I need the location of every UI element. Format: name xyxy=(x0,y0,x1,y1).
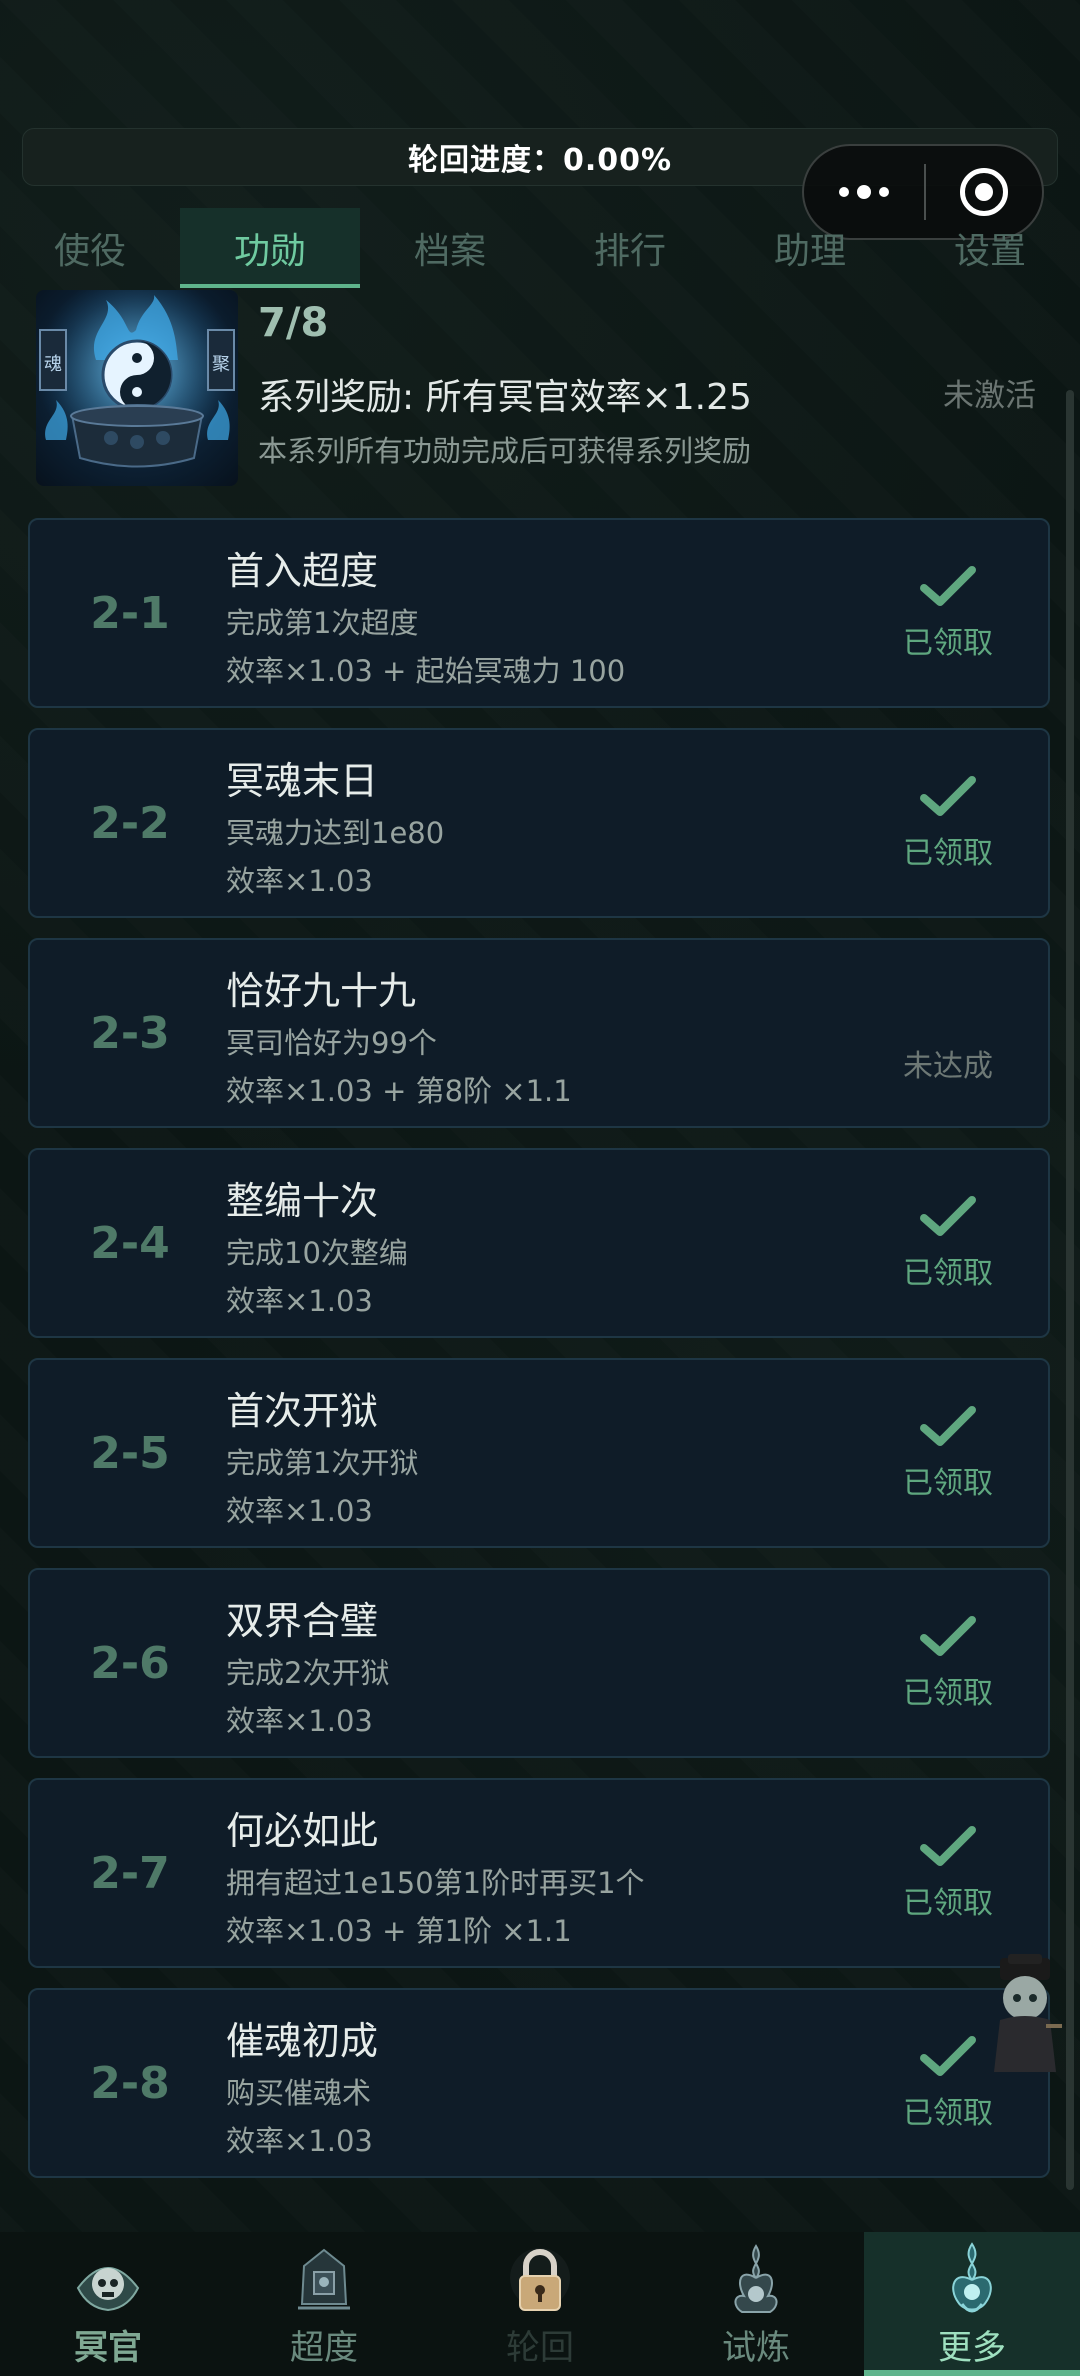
achievement-status: 已领取 xyxy=(848,1780,1048,1966)
achievement-title: 首入超度 xyxy=(226,549,379,593)
checkmark-icon xyxy=(920,1406,976,1446)
achievement-description: 冥魂力达到1e80 xyxy=(226,816,445,850)
achievement-card[interactable]: 2-4 整编十次完成10次整编 效率×1.03 已领取 xyxy=(28,1148,1050,1338)
achievement-reward: 效率×1.03 xyxy=(226,1284,373,1318)
tab-assistant[interactable]: 助理 xyxy=(720,208,900,288)
achievement-reward: 效率×1.03 xyxy=(226,2124,373,2158)
achievement-card[interactable]: 2-6 双界合璧完成2次开狱 效率×1.03 已领取 xyxy=(28,1568,1050,1758)
claimed-label: 已领取 xyxy=(903,836,993,871)
achievement-reward: 效率×1.03 xyxy=(226,864,373,898)
flame-emblem-icon xyxy=(734,2244,778,2313)
nav-salvation[interactable]: 超度 xyxy=(216,2232,432,2376)
not-achieved-label: 未达成 xyxy=(903,1049,993,1084)
tab-ranking[interactable]: 排行 xyxy=(540,208,720,288)
top-tabs: 使役 功勋 档案 排行 助理 设置 xyxy=(0,208,1080,288)
achievement-card[interactable]: 2-5 首次开狱完成第1次开狱 效率×1.03 已领取 xyxy=(28,1358,1050,1548)
checkmark-icon xyxy=(920,776,976,816)
tab-settings[interactable]: 设置 xyxy=(900,208,1080,288)
achievement-status: 已领取 xyxy=(848,1360,1048,1546)
nav-label: 轮回 xyxy=(506,2328,574,2368)
assistant-avatar[interactable] xyxy=(986,1954,1064,2074)
nav-label: 更多 xyxy=(938,2328,1006,2368)
more-dot-icon xyxy=(879,187,889,197)
checkmark-icon xyxy=(920,1826,976,1866)
nav-label: 试炼 xyxy=(722,2328,790,2368)
achievement-id: 2-7 xyxy=(90,1847,170,1899)
achievement-reward: 效率×1.03 xyxy=(226,1494,373,1528)
achievement-title: 双界合璧 xyxy=(226,1599,379,1643)
tab-archive[interactable]: 档案 xyxy=(360,208,540,288)
lantern-emblem-icon xyxy=(298,2248,350,2310)
achievement-title: 催魂初成 xyxy=(226,2019,379,2063)
achievement-card[interactable]: 2-2 冥魂末日冥魂力达到1e80 效率×1.03 已领取 xyxy=(28,728,1050,918)
seal-left-text: 魂 xyxy=(44,354,62,375)
achievement-status: 已领取 xyxy=(848,520,1048,706)
claimed-label: 已领取 xyxy=(903,1466,993,1501)
nav-reincarnation[interactable]: 轮回 xyxy=(432,2232,648,2376)
checkmark-icon xyxy=(920,566,976,606)
achievement-id: 2-6 xyxy=(90,1637,170,1689)
achievement-title: 整编十次 xyxy=(226,1179,379,1223)
achievement-title: 冥魂末日 xyxy=(226,759,379,803)
nav-label: 冥官 xyxy=(74,2328,142,2368)
achievement-reward: 效率×1.03 + 起始冥魂力 100 xyxy=(226,654,626,688)
claimed-label: 已领取 xyxy=(903,626,993,661)
series-header: 魂 聚 7/8 系列奖励: 所有冥官效率×1.25 本系列所有功勋完成后可获得系… xyxy=(28,290,1052,490)
achievement-id: 2-5 xyxy=(90,1427,170,1479)
achievement-card[interactable]: 2-1 首入超度完成第1次超度效率×1.03 + 起始冥魂力 100 已领取 xyxy=(28,518,1050,708)
achievement-id: 2-8 xyxy=(90,2057,170,2109)
series-bonus: 系列奖励: 所有冥官效率×1.25 xyxy=(258,377,752,418)
claimed-label: 已领取 xyxy=(903,1256,993,1291)
achievement-title: 恰好九十九 xyxy=(226,969,417,1013)
achievement-status: 已领取 xyxy=(848,1150,1048,1336)
yin-yang-cauldron-image: 魂 聚 xyxy=(36,290,238,486)
skull-emblem-icon xyxy=(76,2267,140,2312)
achievement-description: 完成10次整编 xyxy=(226,1236,408,1270)
checkmark-icon xyxy=(920,1616,976,1656)
more-dot-icon xyxy=(839,187,849,197)
seal-right-text: 聚 xyxy=(212,354,230,375)
achievement-reward: 效率×1.03 + 第8阶 ×1.1 xyxy=(226,1074,572,1108)
achievement-card[interactable]: 2-3 恰好九十九冥司恰好为99个效率×1.03 + 第8阶 ×1.1 未达成 xyxy=(28,938,1050,1128)
achievement-card[interactable]: 2-7 何必如此拥有超过1e150第1阶时再买1个 效率×1.03 + 第1阶 ×1… xyxy=(28,1778,1050,1968)
achievement-description: 完成第1次开狱 xyxy=(226,1446,419,1480)
nav-label: 超度 xyxy=(290,2328,358,2368)
claimed-label: 已领取 xyxy=(903,1886,993,1921)
more-dot-icon xyxy=(857,185,871,199)
achievement-reward: 效率×1.03 xyxy=(226,1704,373,1738)
achievement-description: 拥有超过1e150第1阶时再买1个 xyxy=(226,1866,645,1900)
achievement-description: 冥司恰好为99个 xyxy=(226,1026,437,1060)
series-description: 本系列所有功勋完成后可获得系列奖励 xyxy=(258,434,752,468)
achievement-id: 2-4 xyxy=(90,1217,170,1269)
achievement-title: 何必如此 xyxy=(226,1809,379,1853)
checkmark-icon xyxy=(920,2036,976,2076)
nav-officials[interactable]: 冥官 xyxy=(0,2232,216,2376)
claimed-label: 已领取 xyxy=(903,2096,993,2131)
achievement-description: 完成第1次超度 xyxy=(226,606,419,640)
tab-servants[interactable]: 使役 xyxy=(0,208,180,288)
tab-merits[interactable]: 功勋 xyxy=(180,208,360,288)
series-status: 未激活 xyxy=(943,378,1036,414)
achievement-id: 2-2 xyxy=(90,797,170,849)
achievement-description: 购买催魂术 xyxy=(226,2076,372,2110)
scrollbar[interactable] xyxy=(1066,390,1074,2190)
achievement-status: 未达成 xyxy=(848,940,1048,1126)
nav-trials[interactable]: 试炼 xyxy=(648,2232,864,2376)
bottom-navigation: 冥官 超度 轮回 试炼 更多 xyxy=(0,2232,1080,2376)
lock-icon xyxy=(510,2248,570,2311)
series-progress-count: 7/8 xyxy=(258,300,329,346)
spirit-flame-icon xyxy=(952,2242,992,2313)
achievement-id: 2-3 xyxy=(90,1007,170,1059)
achievement-title: 首次开狱 xyxy=(226,1389,379,1433)
claimed-label: 已领取 xyxy=(903,1676,993,1711)
achievement-description: 完成2次开狱 xyxy=(226,1656,390,1690)
achievement-card[interactable]: 2-8 催魂初成购买催魂术效率×1.03 已领取 xyxy=(28,1988,1050,2178)
achievement-reward: 效率×1.03 + 第1阶 ×1.1 xyxy=(226,1914,572,1948)
checkmark-icon xyxy=(920,1196,976,1236)
achievement-status: 已领取 xyxy=(848,730,1048,916)
nav-more[interactable]: 更多 xyxy=(864,2232,1080,2376)
achievement-status: 已领取 xyxy=(848,1570,1048,1756)
achievement-id: 2-1 xyxy=(90,587,170,639)
